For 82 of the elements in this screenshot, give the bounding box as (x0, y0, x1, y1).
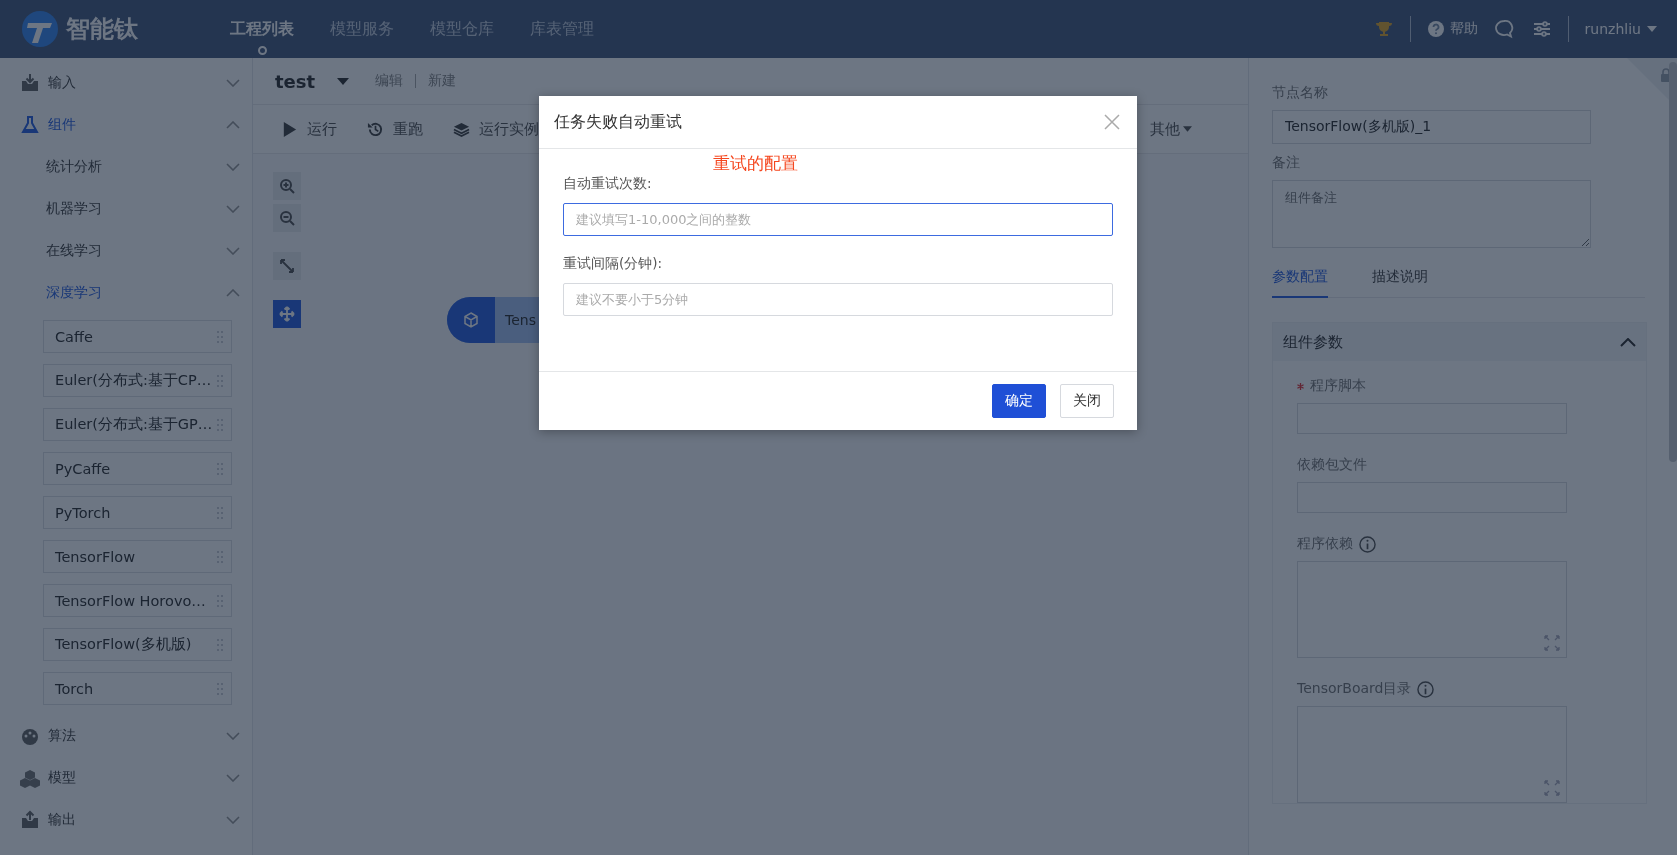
component-card[interactable]: Euler(分布式:基于GP… (43, 408, 232, 441)
expand-icon[interactable] (1544, 635, 1560, 651)
sidebar-subitem[interactable]: 深度学习 (0, 272, 252, 314)
chevron-icon (226, 247, 240, 255)
sidebar-item[interactable]: 模型 (0, 757, 252, 799)
sidebar-item[interactable]: 算法 (0, 715, 252, 757)
logo-icon (20, 9, 60, 49)
chevron-icon (226, 205, 240, 213)
play-icon (281, 120, 298, 138)
chevron-icon (226, 79, 240, 87)
expand-icon[interactable] (1544, 780, 1560, 796)
param-text-area[interactable] (1297, 561, 1567, 658)
diagonal-arrows-icon (279, 258, 295, 274)
settings-icon[interactable] (1531, 19, 1552, 39)
move-icon (279, 306, 295, 322)
info-icon[interactable] (1359, 535, 1376, 553)
scrollbar[interactable] (1669, 62, 1677, 462)
help-link[interactable]: 帮助 (1426, 20, 1478, 38)
component-card[interactable]: PyCaffe (43, 452, 232, 485)
component-card[interactable]: TensorFlow(多机版) (43, 628, 232, 661)
section-header[interactable]: 组件参数 (1273, 323, 1646, 361)
caret-icon (1183, 126, 1192, 132)
component-card[interactable]: Torch (43, 672, 232, 705)
sidebar-item[interactable]: 输出 (0, 799, 252, 841)
caret-icon (1647, 26, 1657, 32)
close-icon (1104, 114, 1120, 130)
user-menu[interactable]: runzhliu (1584, 21, 1657, 37)
confirm-button[interactable]: 确定 (992, 384, 1046, 418)
info-icon[interactable] (1417, 680, 1435, 698)
download-tray-icon (20, 73, 40, 93)
sidebar-subitem[interactable]: 统计分析 (0, 146, 252, 188)
upload-tray-icon (20, 810, 40, 830)
chevron-icon (226, 774, 240, 782)
dialog-title: 任务失败自动重试 (554, 111, 682, 133)
toolbar-button[interactable]: 运行 (269, 115, 349, 143)
more-dropdown[interactable]: 其他 (1138, 115, 1204, 143)
text-field[interactable]: 建议填写1-10,000之间的整数 (563, 203, 1113, 236)
zoom-out-icon (279, 210, 295, 226)
annotation-text: 重试的配置 (713, 152, 798, 175)
node-name-field[interactable]: TensorFlow(多机版)_1 (1272, 110, 1591, 144)
project-name: test (275, 70, 316, 92)
pan-button[interactable] (273, 300, 301, 328)
flask-icon (20, 115, 40, 135)
chat-icon[interactable] (1493, 19, 1516, 39)
chevron-icon (1620, 337, 1636, 347)
cube-icon (462, 311, 480, 329)
field-label: 自动重试次数: (563, 175, 653, 193)
field-label: 重试间隔(分钟): (563, 255, 664, 273)
panel-tab[interactable]: 描述说明 (1372, 268, 1428, 298)
chevron-icon (226, 121, 240, 129)
layers-icon (453, 120, 470, 138)
toolbar-button[interactable]: 重跑 (355, 115, 435, 143)
sidebar-item[interactable]: 输入 (0, 62, 252, 104)
nav-tab[interactable]: 工程列表 (230, 12, 294, 56)
close-button[interactable] (1104, 114, 1120, 130)
caret-icon[interactable] (337, 77, 350, 85)
component-card[interactable]: TensorFlow (43, 540, 232, 573)
toolbar-button[interactable]: 运行实例 (441, 115, 551, 143)
zoom-in-icon (279, 178, 295, 194)
help-icon (1426, 20, 1445, 38)
fit-view-button[interactable] (273, 252, 301, 280)
trophy-icon[interactable] (1373, 19, 1394, 39)
param-text-area[interactable] (1297, 706, 1567, 803)
zoom-in-button[interactable] (273, 172, 301, 200)
palette-icon (20, 726, 40, 746)
component-card[interactable]: Caffe (43, 320, 232, 353)
rerun-icon (367, 120, 384, 138)
component-card[interactable]: TensorFlow Horovo… (43, 584, 232, 617)
cubes-icon (20, 768, 40, 788)
chevron-icon (226, 163, 240, 171)
chevron-icon (226, 289, 240, 297)
panel-tab[interactable]: 参数配置 (1272, 268, 1328, 298)
chevron-icon (226, 816, 240, 824)
sidebar-subitem[interactable]: 在线学习 (0, 230, 252, 272)
cancel-button[interactable]: 关闭 (1060, 384, 1114, 418)
component-card[interactable]: PyTorch (43, 496, 232, 529)
chevron-icon (226, 732, 240, 740)
zoom-out-button[interactable] (273, 204, 301, 232)
sidebar-item[interactable]: 组件 (0, 104, 252, 146)
component-card[interactable]: Euler(分布式:基于CP… (43, 364, 232, 397)
logo-text: 智能钛 (66, 14, 138, 45)
sidebar-subitem[interactable]: 机器学习 (0, 188, 252, 230)
